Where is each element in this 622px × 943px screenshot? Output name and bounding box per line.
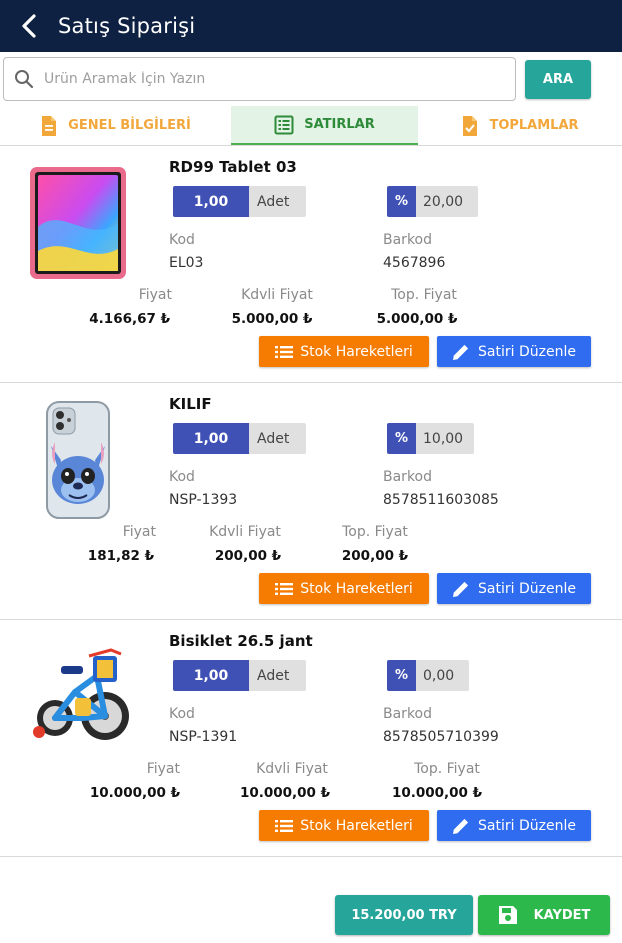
- bicycle-image: [24, 636, 134, 758]
- code-label: Kod: [169, 469, 195, 485]
- stock-movements-label: Stok Hareketleri: [300, 343, 413, 360]
- discount-field: % 0,00: [387, 660, 469, 691]
- unit-label: Adet: [249, 186, 306, 217]
- unit-label: Adet: [249, 660, 306, 691]
- stock-movements-button[interactable]: Stok Hareketleri: [259, 810, 429, 841]
- list-icon: [275, 819, 294, 832]
- quantity-field: 1,00 Adet: [173, 423, 306, 454]
- table-list-icon: [274, 115, 294, 134]
- code-value: NSP-1393: [169, 492, 238, 508]
- sales-order-screen: Satış Siparişi ARA GENEL BİLGİLERİ: [0, 0, 622, 943]
- total-price-label: Top. Fiyat: [391, 287, 457, 303]
- edit-line-button[interactable]: Satiri Düzenle: [437, 336, 591, 367]
- tab-lines[interactable]: SATIRLAR: [231, 106, 418, 145]
- tab-totals-label: TOPLAMLAR: [489, 118, 579, 133]
- total-price-label: Top. Fiyat: [414, 761, 480, 777]
- pencil-icon: [453, 344, 469, 360]
- barcode-label: Barkod: [383, 469, 432, 485]
- tab-bar: GENEL BİLGİLERİ SATIRLAR TOPLAMLAR: [0, 106, 622, 146]
- edit-line-button[interactable]: Satiri Düzenle: [437, 810, 591, 841]
- phone-case-image: [24, 399, 132, 521]
- price-label: Fiyat: [146, 761, 180, 777]
- price-vat-label: Kdvli Fiyat: [256, 761, 328, 777]
- discount-value[interactable]: 20,00: [416, 186, 478, 217]
- tablet-image: [24, 162, 132, 284]
- price-vat-value: 200,00 ₺: [214, 548, 282, 564]
- search-button[interactable]: ARA: [525, 60, 591, 99]
- quantity-value[interactable]: 1,00: [173, 660, 249, 691]
- chevron-left-icon: [22, 14, 36, 38]
- pencil-icon: [453, 818, 469, 834]
- product-name: RD99 Tablet 03: [169, 158, 297, 176]
- edit-line-label: Satiri Düzenle: [478, 580, 576, 597]
- code-label: Kod: [169, 706, 195, 722]
- price-label: Fiyat: [122, 524, 156, 540]
- page-title: Satış Siparişi: [58, 14, 196, 38]
- stock-movements-label: Stok Hareketleri: [300, 580, 413, 597]
- back-button[interactable]: [8, 0, 52, 52]
- price-vat-label: Kdvli Fiyat: [209, 524, 281, 540]
- discount-field: % 10,00: [387, 423, 474, 454]
- stock-movements-button[interactable]: Stok Hareketleri: [259, 336, 429, 367]
- total-price-value: 200,00 ₺: [341, 548, 409, 564]
- price-label: Fiyat: [138, 287, 172, 303]
- save-label: KAYDET: [533, 907, 591, 923]
- search-input[interactable]: [44, 71, 504, 87]
- code-value: NSP-1391: [169, 729, 238, 745]
- percent-symbol: %: [387, 423, 416, 454]
- discount-value[interactable]: 0,00: [416, 660, 469, 691]
- quantity-value[interactable]: 1,00: [173, 423, 249, 454]
- barcode-value: 4567896: [383, 255, 446, 271]
- quantity-value[interactable]: 1,00: [173, 186, 249, 217]
- search-field[interactable]: [3, 57, 516, 101]
- code-label: Kod: [169, 232, 195, 248]
- stock-movements-button[interactable]: Stok Hareketleri: [259, 573, 429, 604]
- barcode-label: Barkod: [383, 706, 432, 722]
- unit-label: Adet: [249, 423, 306, 454]
- search-bar: ARA: [0, 52, 622, 106]
- app-bar: Satış Siparişi: [0, 0, 622, 52]
- barcode-value: 8578505710399: [383, 729, 499, 745]
- discount-field: % 20,00: [387, 186, 478, 217]
- list-item: KILIF 1,00 Adet % 10,00 Kod NSP-1393 Bar…: [0, 383, 622, 620]
- percent-symbol: %: [387, 186, 416, 217]
- document-check-icon: [463, 115, 478, 136]
- price-value: 10.000,00 ₺: [89, 785, 180, 801]
- edit-line-button[interactable]: Satiri Düzenle: [437, 573, 591, 604]
- percent-symbol: %: [387, 660, 416, 691]
- search-icon: [4, 69, 44, 89]
- price-vat-value: 5.000,00 ₺: [231, 311, 313, 327]
- price-value: 181,82 ₺: [87, 548, 154, 564]
- product-name: KILIF: [169, 395, 212, 413]
- tab-general-info-label: GENEL BİLGİLERİ: [68, 118, 191, 133]
- tab-totals[interactable]: TOPLAMLAR: [418, 106, 622, 145]
- edit-line-label: Satiri Düzenle: [478, 343, 576, 360]
- total-price-label: Top. Fiyat: [342, 524, 408, 540]
- floppy-disk-icon: [498, 906, 517, 924]
- list-icon: [275, 345, 294, 358]
- discount-value[interactable]: 10,00: [416, 423, 474, 454]
- barcode-label: Barkod: [383, 232, 432, 248]
- code-value: EL03: [169, 255, 204, 271]
- stock-movements-label: Stok Hareketleri: [300, 817, 413, 834]
- save-button[interactable]: KAYDET: [478, 895, 610, 935]
- total-price-value: 5.000,00 ₺: [376, 311, 458, 327]
- tab-general-info[interactable]: GENEL BİLGİLERİ: [0, 106, 231, 145]
- quantity-field: 1,00 Adet: [173, 660, 306, 691]
- list-icon: [275, 582, 294, 595]
- price-vat-label: Kdvli Fiyat: [241, 287, 313, 303]
- product-name: Bisiklet 26.5 jant: [169, 632, 313, 650]
- document-icon: [42, 115, 57, 136]
- total-price-value: 10.000,00 ₺: [391, 785, 483, 801]
- barcode-value: 8578511603085: [383, 492, 499, 508]
- order-total-badge: 15.200,00 TRY: [335, 895, 473, 935]
- list-item: Bisiklet 26.5 jant 1,00 Adet % 0,00 Kod …: [0, 620, 622, 857]
- list-item: RD99 Tablet 03 1,00 Adet % 20,00 Kod EL0…: [0, 146, 622, 383]
- tab-lines-label: SATIRLAR: [304, 117, 375, 132]
- price-vat-value: 10.000,00 ₺: [239, 785, 331, 801]
- price-value: 4.166,67 ₺: [89, 311, 170, 327]
- edit-line-label: Satiri Düzenle: [478, 817, 576, 834]
- quantity-field: 1,00 Adet: [173, 186, 306, 217]
- pencil-icon: [453, 581, 469, 597]
